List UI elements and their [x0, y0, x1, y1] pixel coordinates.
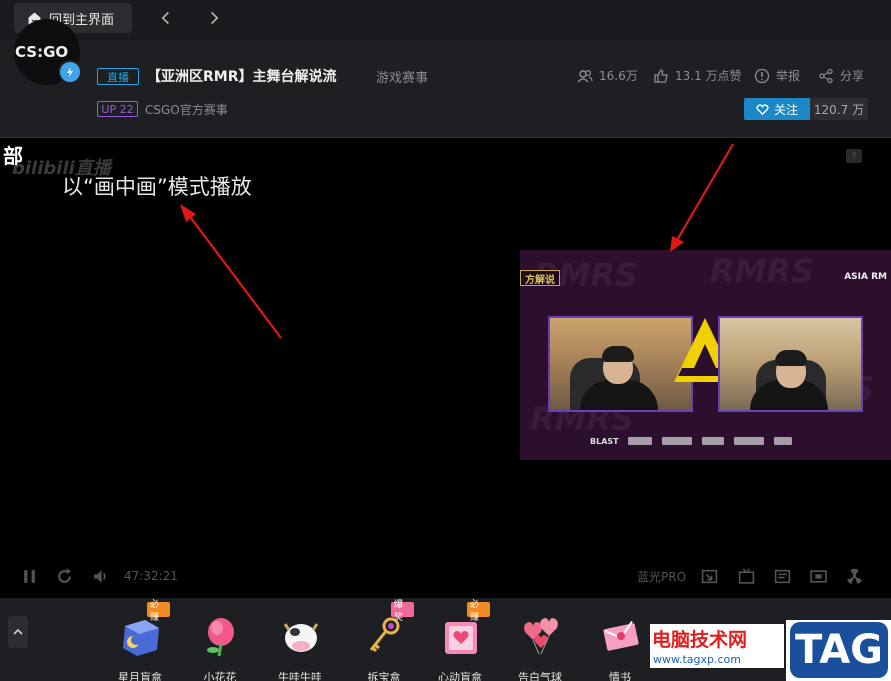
pip-annotation: 以“画中画”模式播放	[62, 175, 252, 199]
pause-icon[interactable]	[20, 566, 38, 586]
event-label: ASIA RM	[844, 272, 887, 282]
sponsor-logo	[628, 437, 652, 445]
viewers-icon	[577, 69, 593, 82]
thumbs-up-icon	[654, 68, 668, 83]
gift-badge: 必赚	[467, 600, 490, 623]
heart-icon	[756, 103, 769, 115]
nav-forward-arrow-icon[interactable]	[204, 8, 224, 28]
tag-logo-text: TAG	[790, 622, 888, 678]
corner-text: 部	[3, 144, 23, 168]
follow-label: 关注	[773, 102, 798, 117]
warning-icon	[754, 68, 770, 83]
player-controls: 47:32:21 蓝光PRO	[0, 566, 891, 594]
caster-tag: 方解说	[520, 270, 560, 286]
category-link[interactable]: 游戏赛事	[376, 67, 428, 86]
gift-name: 牛哇牛哇	[278, 671, 322, 681]
help-icon[interactable]: ?	[846, 149, 862, 163]
report-label: 举报	[776, 69, 801, 83]
flower-icon	[207, 618, 234, 657]
balloon-icon	[524, 618, 558, 655]
site-watermark: 电脑技术网 www.tagxp.com	[650, 624, 784, 668]
tag-logo: TAG	[786, 620, 891, 681]
likes-stat[interactable]: 13.1 万点赞	[653, 67, 742, 84]
gift-name: 心动盲盒	[438, 671, 482, 681]
picture-in-picture-window[interactable]: RMRS RMRS RMRS RMRS 方解说 ASIA RM	[520, 250, 891, 460]
sponsor-logo	[662, 437, 692, 445]
lightning-badge-icon	[58, 60, 82, 84]
pip-bg-text: RMRS	[710, 252, 815, 290]
follow-button[interactable]: 关注	[744, 98, 810, 120]
quality-selector[interactable]: 蓝光PRO	[637, 566, 686, 586]
gift-name: 拆宝盒	[367, 671, 401, 681]
radiation-icon[interactable]	[845, 566, 863, 586]
avatar-logo-text: CS:GO	[15, 43, 69, 61]
refresh-icon[interactable]	[55, 566, 73, 586]
expand-chevron-up-icon[interactable]	[8, 616, 28, 648]
channel-name[interactable]: CSGO官方赛事	[145, 101, 228, 118]
viewers-count: 16.6万	[599, 69, 638, 83]
sponsor-logo	[702, 437, 724, 445]
sponsor-logo	[774, 437, 792, 445]
tv-icon[interactable]	[737, 566, 755, 586]
follower-count: 120.7 万	[810, 98, 868, 120]
share-label: 分享	[840, 69, 865, 83]
site-watermark-name: 电脑技术网	[652, 629, 748, 651]
gift-badge: 必赚	[147, 600, 170, 623]
playback-time: 47:32:21	[124, 569, 178, 583]
love-letter-icon	[603, 620, 639, 651]
gift-badge: 爆奖	[391, 600, 414, 623]
room-header	[0, 40, 891, 138]
share-icon	[819, 68, 833, 83]
live-room-page: 回到主界面 CS:GO 直播 【亚洲区RMR】主舞台解说流 游戏赛事 UP 22…	[0, 0, 891, 681]
gift-item[interactable]: 情书	[590, 602, 650, 681]
volume-icon[interactable]	[90, 566, 110, 586]
report-button[interactable]: 举报	[754, 67, 800, 84]
likes-count: 13.1 万点赞	[675, 69, 742, 83]
up-level-badge: UP 22	[97, 101, 138, 117]
gift-item[interactable]: 小花花	[190, 602, 250, 681]
cow-icon	[283, 623, 319, 652]
caster-cam-right	[718, 316, 863, 412]
gift-name: 告白气球	[518, 671, 562, 681]
gift-item[interactable]: 爆奖 拆宝盒	[354, 600, 414, 681]
site-watermark-url: www.tagxp.com	[653, 653, 741, 666]
sponsor-blast: BLAST	[590, 436, 619, 446]
gift-name: 小花花	[203, 671, 237, 681]
stream-title: 【亚洲区RMR】主舞台解说流	[147, 69, 337, 85]
viewers-stat: 16.6万	[577, 67, 638, 84]
gift-name: 情书	[609, 671, 631, 681]
top-bar: 回到主界面	[0, 0, 891, 40]
pip-toggle-icon[interactable]	[700, 566, 718, 586]
danmaku-icon[interactable]	[773, 566, 791, 586]
gift-name: 星月盲盒	[118, 671, 162, 681]
sponsor-strip: BLAST	[590, 435, 830, 447]
gift-item[interactable]: 告白气球	[510, 602, 570, 681]
fullscreen-web-icon[interactable]	[808, 566, 828, 586]
live-status-badge: 直播	[97, 68, 139, 85]
gift-item[interactable]: 必赚 心动盲盒	[430, 600, 490, 681]
sponsor-logo	[734, 437, 764, 445]
gift-item[interactable]: 牛哇牛哇	[270, 602, 330, 681]
gift-item[interactable]: 必赚 星月盲盒	[110, 600, 170, 681]
video-player[interactable]: bilibili直播 部 以“画中画”模式播放 ? RMRS RMRS RMRS…	[0, 138, 891, 598]
share-button[interactable]: 分享	[818, 67, 864, 84]
nav-back-arrow-icon[interactable]	[156, 8, 176, 28]
